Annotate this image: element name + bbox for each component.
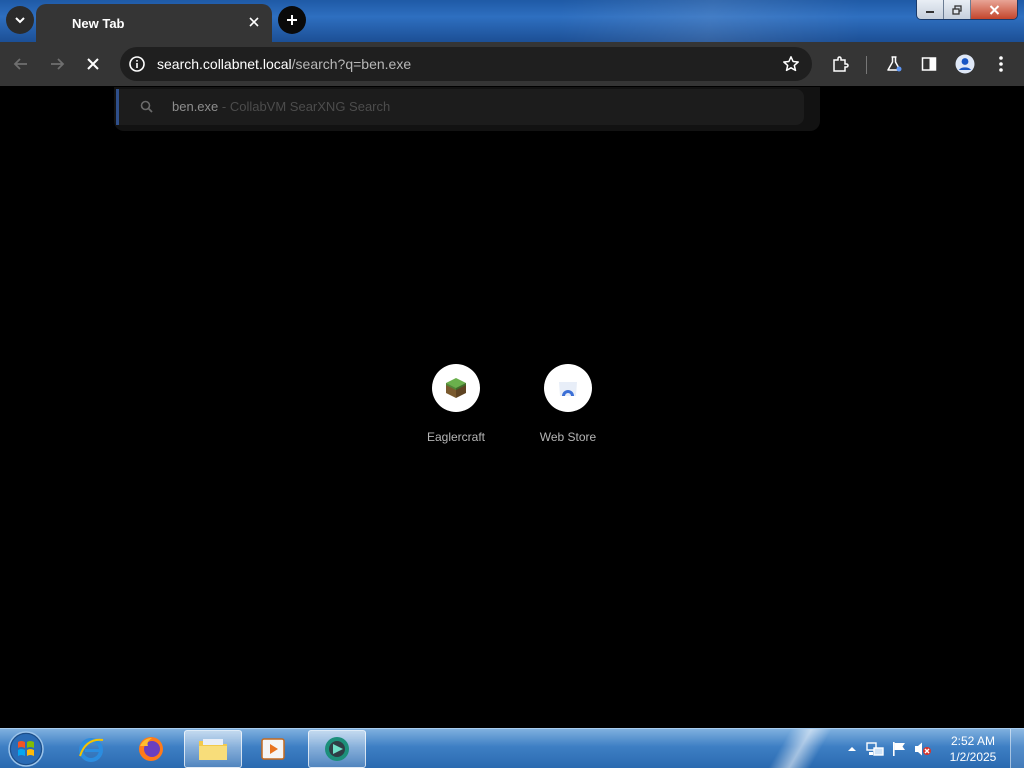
- firefox-icon: [139, 737, 163, 761]
- address-bar[interactable]: search.collabnet.local/search?q=ben.exe: [120, 47, 812, 81]
- volume-tray-button[interactable]: [913, 739, 933, 759]
- minimize-button[interactable]: [917, 0, 944, 19]
- action-center-button[interactable]: [889, 739, 909, 759]
- taskbar-file-explorer[interactable]: [184, 730, 242, 768]
- clock-date: 1/2/2025: [949, 750, 997, 764]
- extensions-button[interactable]: [829, 53, 851, 75]
- web-store-icon: [559, 382, 577, 396]
- screen: New Tab search.collabnet.local/search?q=…: [0, 0, 1024, 768]
- suggestion-text: ben.exe - CollabVM SearXNG Search: [172, 99, 390, 114]
- stop-loading-button[interactable]: [82, 53, 104, 75]
- browser-toolbar: search.collabnet.local/search?q=ben.exe: [0, 42, 1024, 86]
- media-player-icon: [261, 738, 285, 760]
- show-desktop-button[interactable]: [1010, 729, 1024, 768]
- labs-button[interactable]: [883, 53, 905, 75]
- clock-time: 2:52 AM: [950, 734, 996, 748]
- suggestion-query: ben.exe: [172, 99, 219, 114]
- shortcut-label: Web Store: [539, 430, 597, 444]
- toolbar-divider: [866, 56, 867, 74]
- close-icon: [249, 17, 259, 27]
- close-icon: [87, 58, 99, 70]
- new-tab-button[interactable]: [278, 6, 306, 34]
- omnibox-suggestions: ben.exe - CollabVM SearXNG Search: [114, 87, 820, 131]
- info-icon[interactable]: [128, 55, 146, 73]
- taskbar-media-player[interactable]: [244, 730, 302, 768]
- taskbar-chromium[interactable]: [308, 730, 366, 768]
- tab-new-tab[interactable]: New Tab: [36, 4, 272, 42]
- taskbar: 2:52 AM 1/2/2025: [0, 728, 1024, 768]
- menu-button[interactable]: [990, 53, 1012, 75]
- search-icon: [140, 100, 153, 113]
- start-button[interactable]: [6, 730, 46, 768]
- arrow-left-icon: [13, 58, 27, 70]
- tab-search-button[interactable]: [6, 6, 34, 34]
- tab-close-button[interactable]: [246, 14, 262, 30]
- close-icon: [989, 4, 999, 15]
- suggestion-engine: CollabVM SearXNG Search: [229, 99, 391, 114]
- suggestion-separator: -: [218, 99, 230, 114]
- window-controls: [916, 0, 1018, 20]
- chevron-up-icon: [848, 747, 856, 751]
- address-url: search.collabnet.local/search?q=ben.exe: [157, 56, 411, 72]
- restore-icon: [952, 4, 962, 15]
- restore-button[interactable]: [944, 0, 971, 19]
- star-icon[interactable]: [782, 55, 800, 73]
- shortcut-icon-circle: [432, 364, 480, 412]
- tab-title: New Tab: [72, 16, 125, 31]
- suggestion-item[interactable]: ben.exe - CollabVM SearXNG Search: [116, 89, 804, 125]
- side-panel-button[interactable]: [918, 53, 940, 75]
- shortcut-eaglercraft[interactable]: Eaglercraft: [411, 364, 501, 452]
- minimize-icon: [926, 10, 934, 13]
- plus-icon: [287, 15, 297, 25]
- taskbar-firefox[interactable]: [122, 730, 180, 768]
- back-button[interactable]: [10, 53, 32, 75]
- avatar-icon: [955, 54, 975, 74]
- taskbar-clock[interactable]: 2:52 AM 1/2/2025: [940, 733, 1006, 765]
- chevron-down-icon: [15, 17, 25, 24]
- internet-explorer-icon: [79, 738, 104, 762]
- shortcut-label: Eaglercraft: [426, 430, 486, 444]
- volume-muted-icon: [915, 742, 931, 756]
- browser-titlebar: New Tab: [0, 0, 1024, 42]
- network-tray-button[interactable]: [865, 739, 885, 759]
- windows-orb-icon: [8, 731, 44, 767]
- puzzle-icon: [833, 56, 849, 72]
- show-hidden-icons-button[interactable]: [842, 739, 862, 759]
- profile-button[interactable]: [954, 53, 976, 75]
- shortcut-web-store[interactable]: Web Store: [523, 364, 613, 452]
- forward-button[interactable]: [46, 53, 68, 75]
- chromium-icon: [325, 737, 349, 761]
- grass-block-icon: [446, 378, 466, 398]
- flask-icon: [887, 56, 902, 72]
- window-close-button[interactable]: [971, 0, 1017, 19]
- url-host: search.collabnet.local: [157, 56, 292, 72]
- file-explorer-icon: [199, 739, 227, 760]
- arrow-right-icon: [51, 58, 65, 70]
- more-vert-icon: [999, 56, 1003, 72]
- network-icon: [866, 742, 884, 756]
- side-panel-icon: [921, 57, 937, 71]
- taskbar-internet-explorer[interactable]: [62, 730, 120, 768]
- url-path: /search?q=ben.exe: [291, 56, 412, 72]
- shortcut-icon-circle: [544, 364, 592, 412]
- flag-icon: [893, 742, 905, 756]
